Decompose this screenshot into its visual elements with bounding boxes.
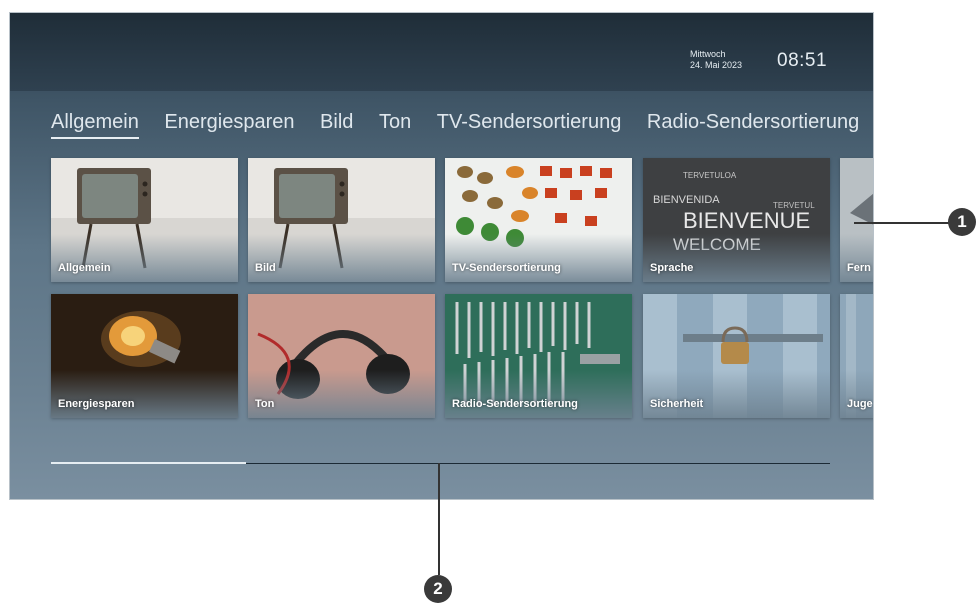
tile-radio-sendersortierung[interactable]: Radio-Sendersortierung	[445, 294, 632, 418]
tile-shade	[51, 370, 238, 418]
tile-label: Allgemein	[58, 262, 111, 274]
tab-energiesparen[interactable]: Energiesparen	[164, 111, 294, 137]
tile-shade	[445, 234, 632, 282]
tile-juge[interactable]: Juge	[840, 294, 873, 418]
tile-allgemein[interactable]: Allgemein	[51, 158, 238, 282]
tile-shade	[643, 370, 830, 418]
svg-text:TERVETUL: TERVETUL	[773, 201, 815, 210]
settings-tabs: Allgemein Energiesparen Bild Ton TV-Send…	[51, 111, 873, 139]
tile-label: Fern	[847, 262, 871, 274]
tile-shade	[840, 370, 873, 418]
tab-tv-sendersortierung[interactable]: TV-Sendersortierung	[437, 111, 622, 137]
svg-text:BIENVENIDA: BIENVENIDA	[653, 194, 720, 206]
callout-badge-2: 2	[424, 575, 452, 603]
svg-text:BIENVENUE: BIENVENUE	[683, 208, 810, 233]
tile-label: Radio-Sendersortierung	[452, 398, 578, 410]
tile-shade	[248, 234, 435, 282]
tile-shade	[445, 370, 632, 418]
tile-sprache[interactable]: TERVETULOA BIENVENIDA BIENVENUE WELCOME …	[643, 158, 830, 282]
tile-shade	[248, 370, 435, 418]
tile-label: Bild	[255, 262, 276, 274]
tile-fern[interactable]: Fern	[840, 158, 873, 282]
tile-label: Sprache	[650, 262, 694, 274]
tile-label: Energiesparen	[58, 398, 135, 410]
tile-energiesparen[interactable]: Energiesparen	[51, 294, 238, 418]
tile-shade	[840, 234, 873, 282]
tile-sicherheit[interactable]: Sicherheit	[643, 294, 830, 418]
top-bar: Mittwoch 24. Mai 2023 08:51	[10, 13, 873, 91]
clock: 08:51	[777, 50, 828, 71]
tile-label: TV-Sendersortierung	[452, 262, 561, 274]
tab-bild[interactable]: Bild	[320, 111, 353, 137]
date-label: 24. Mai 2023	[690, 60, 743, 70]
tile-label: Sicherheit	[650, 398, 704, 410]
tab-radio-sendersortierung[interactable]: Radio-Sendersortierung	[647, 111, 859, 137]
tab-allgemein[interactable]: Allgemein	[51, 111, 139, 139]
scroll-indicator[interactable]	[51, 462, 246, 464]
tile-shade	[643, 234, 830, 282]
tile-label: Ton	[255, 398, 275, 410]
callout-line-1	[854, 222, 950, 224]
svg-text:TERVETULOA: TERVETULOA	[683, 171, 737, 180]
callout-badge-1: 1	[948, 208, 976, 236]
tile-label: Juge	[847, 398, 873, 410]
tile-bild[interactable]: Bild	[248, 158, 435, 282]
weekday-label: Mittwoch	[690, 49, 726, 59]
date-display: Mittwoch 24. Mai 2023	[690, 49, 742, 71]
callout-line-2	[438, 463, 440, 575]
tile-shade	[51, 234, 238, 282]
tile-tv-sendersortierung[interactable]: TV-Sendersortierung	[445, 158, 632, 282]
tab-ton[interactable]: Ton	[379, 111, 411, 137]
tile-ton[interactable]: Ton	[248, 294, 435, 418]
tv-settings-screen: Mittwoch 24. Mai 2023 08:51 Allgemein En…	[9, 12, 874, 500]
